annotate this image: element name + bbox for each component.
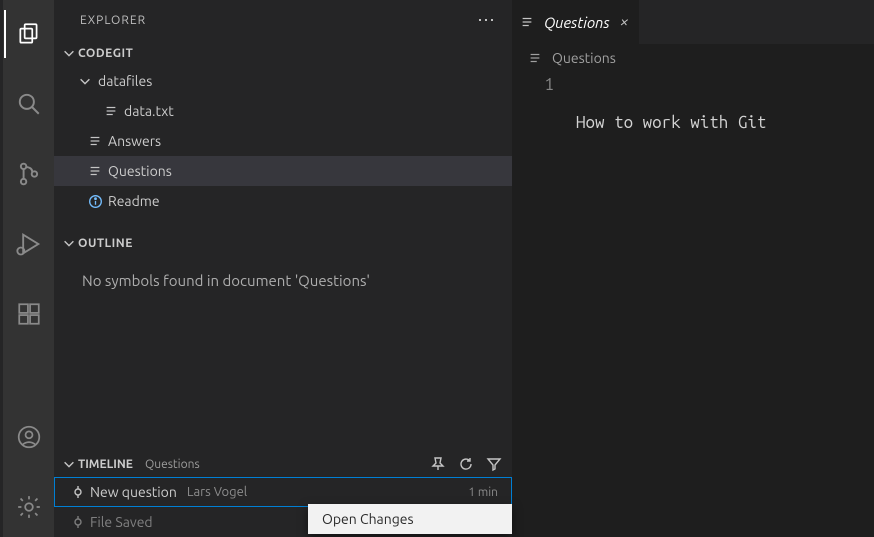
file-icon (86, 134, 104, 148)
activity-search-icon[interactable] (5, 80, 53, 128)
tree-file-answers[interactable]: Answers (54, 126, 512, 156)
gutter: 1 (512, 72, 576, 537)
outline-empty-message: No symbols found in document 'Questions' (54, 256, 512, 289)
sidebar-header: EXPLORER ⋯ (54, 0, 512, 40)
timeline-entry-label: New question (86, 484, 177, 500)
timeline-entry-new-question[interactable]: New question Lars Vogel 1 min (54, 477, 512, 507)
tab-bar: Questions × (512, 0, 874, 44)
file-icon (102, 104, 120, 118)
outline-header[interactable]: OUTLINE (54, 230, 512, 256)
tree-label: data.txt (120, 103, 174, 119)
close-icon[interactable]: × (620, 13, 629, 31)
sidebar-title: EXPLORER (80, 14, 146, 27)
chevron-down-icon (60, 46, 78, 60)
menu-item-open-changes[interactable]: Open Changes (308, 504, 512, 534)
editor-group: Questions × Questions 1 How to work with… (512, 0, 874, 537)
workspace-header[interactable]: CODEGIT (54, 40, 512, 66)
pin-icon[interactable] (430, 456, 446, 472)
context-menu: Open Changes (308, 504, 512, 534)
activity-accounts-icon[interactable] (5, 413, 53, 461)
breadcrumb-label: Questions (552, 50, 616, 66)
timeline-entry-author: Lars Vogel (177, 485, 247, 499)
line-number: 1 (512, 75, 554, 94)
editor-lines[interactable]: How to work with Git (576, 72, 874, 537)
timeline-file-label: Questions (145, 458, 200, 471)
file-icon (86, 164, 104, 178)
file-icon (528, 51, 542, 65)
info-icon (86, 194, 104, 209)
editor-line[interactable]: How to work with Git (576, 113, 874, 132)
timeline-entry-time: 1 min (468, 486, 512, 499)
tree-label: Readme (104, 193, 160, 209)
tree-file-readme[interactable]: Readme (54, 186, 512, 216)
sidebar-more-icon[interactable]: ⋯ (477, 10, 496, 31)
chevron-down-icon (76, 74, 94, 88)
workspace-name: CODEGIT (78, 47, 133, 60)
timeline-title: TIMELINE (78, 458, 133, 471)
file-icon (520, 15, 534, 29)
chevron-down-icon (60, 236, 78, 250)
tree-folder-datafiles[interactable]: datafiles (54, 66, 512, 96)
tree-label: datafiles (94, 73, 152, 89)
filter-icon[interactable] (486, 456, 502, 472)
editor-body[interactable]: 1 How to work with Git (512, 72, 874, 537)
activity-extensions-icon[interactable] (5, 290, 53, 338)
timeline-entry-label: File Saved (86, 514, 153, 530)
tree-label: Questions (104, 163, 172, 179)
commit-icon (70, 486, 86, 498)
tab-label: Questions (544, 14, 610, 31)
tree-label: Answers (104, 133, 161, 149)
tree-file-questions[interactable]: Questions (54, 156, 512, 186)
activity-bar (0, 0, 54, 537)
activity-run-icon[interactable] (5, 220, 53, 268)
outline-title: OUTLINE (78, 237, 133, 250)
activity-explorer-icon[interactable] (4, 10, 52, 58)
sidebar: EXPLORER ⋯ CODEGIT datafiles data.txt An… (54, 0, 512, 537)
activity-manage-icon[interactable] (5, 483, 53, 531)
breadcrumbs[interactable]: Questions (512, 44, 874, 72)
tab-questions[interactable]: Questions × (512, 0, 639, 44)
chevron-down-icon (60, 457, 78, 471)
refresh-icon[interactable] (458, 456, 474, 472)
commit-icon (70, 516, 86, 528)
tree-file-data-txt[interactable]: data.txt (54, 96, 512, 126)
activity-scm-icon[interactable] (5, 150, 53, 198)
timeline-header[interactable]: TIMELINE Questions (54, 451, 512, 477)
